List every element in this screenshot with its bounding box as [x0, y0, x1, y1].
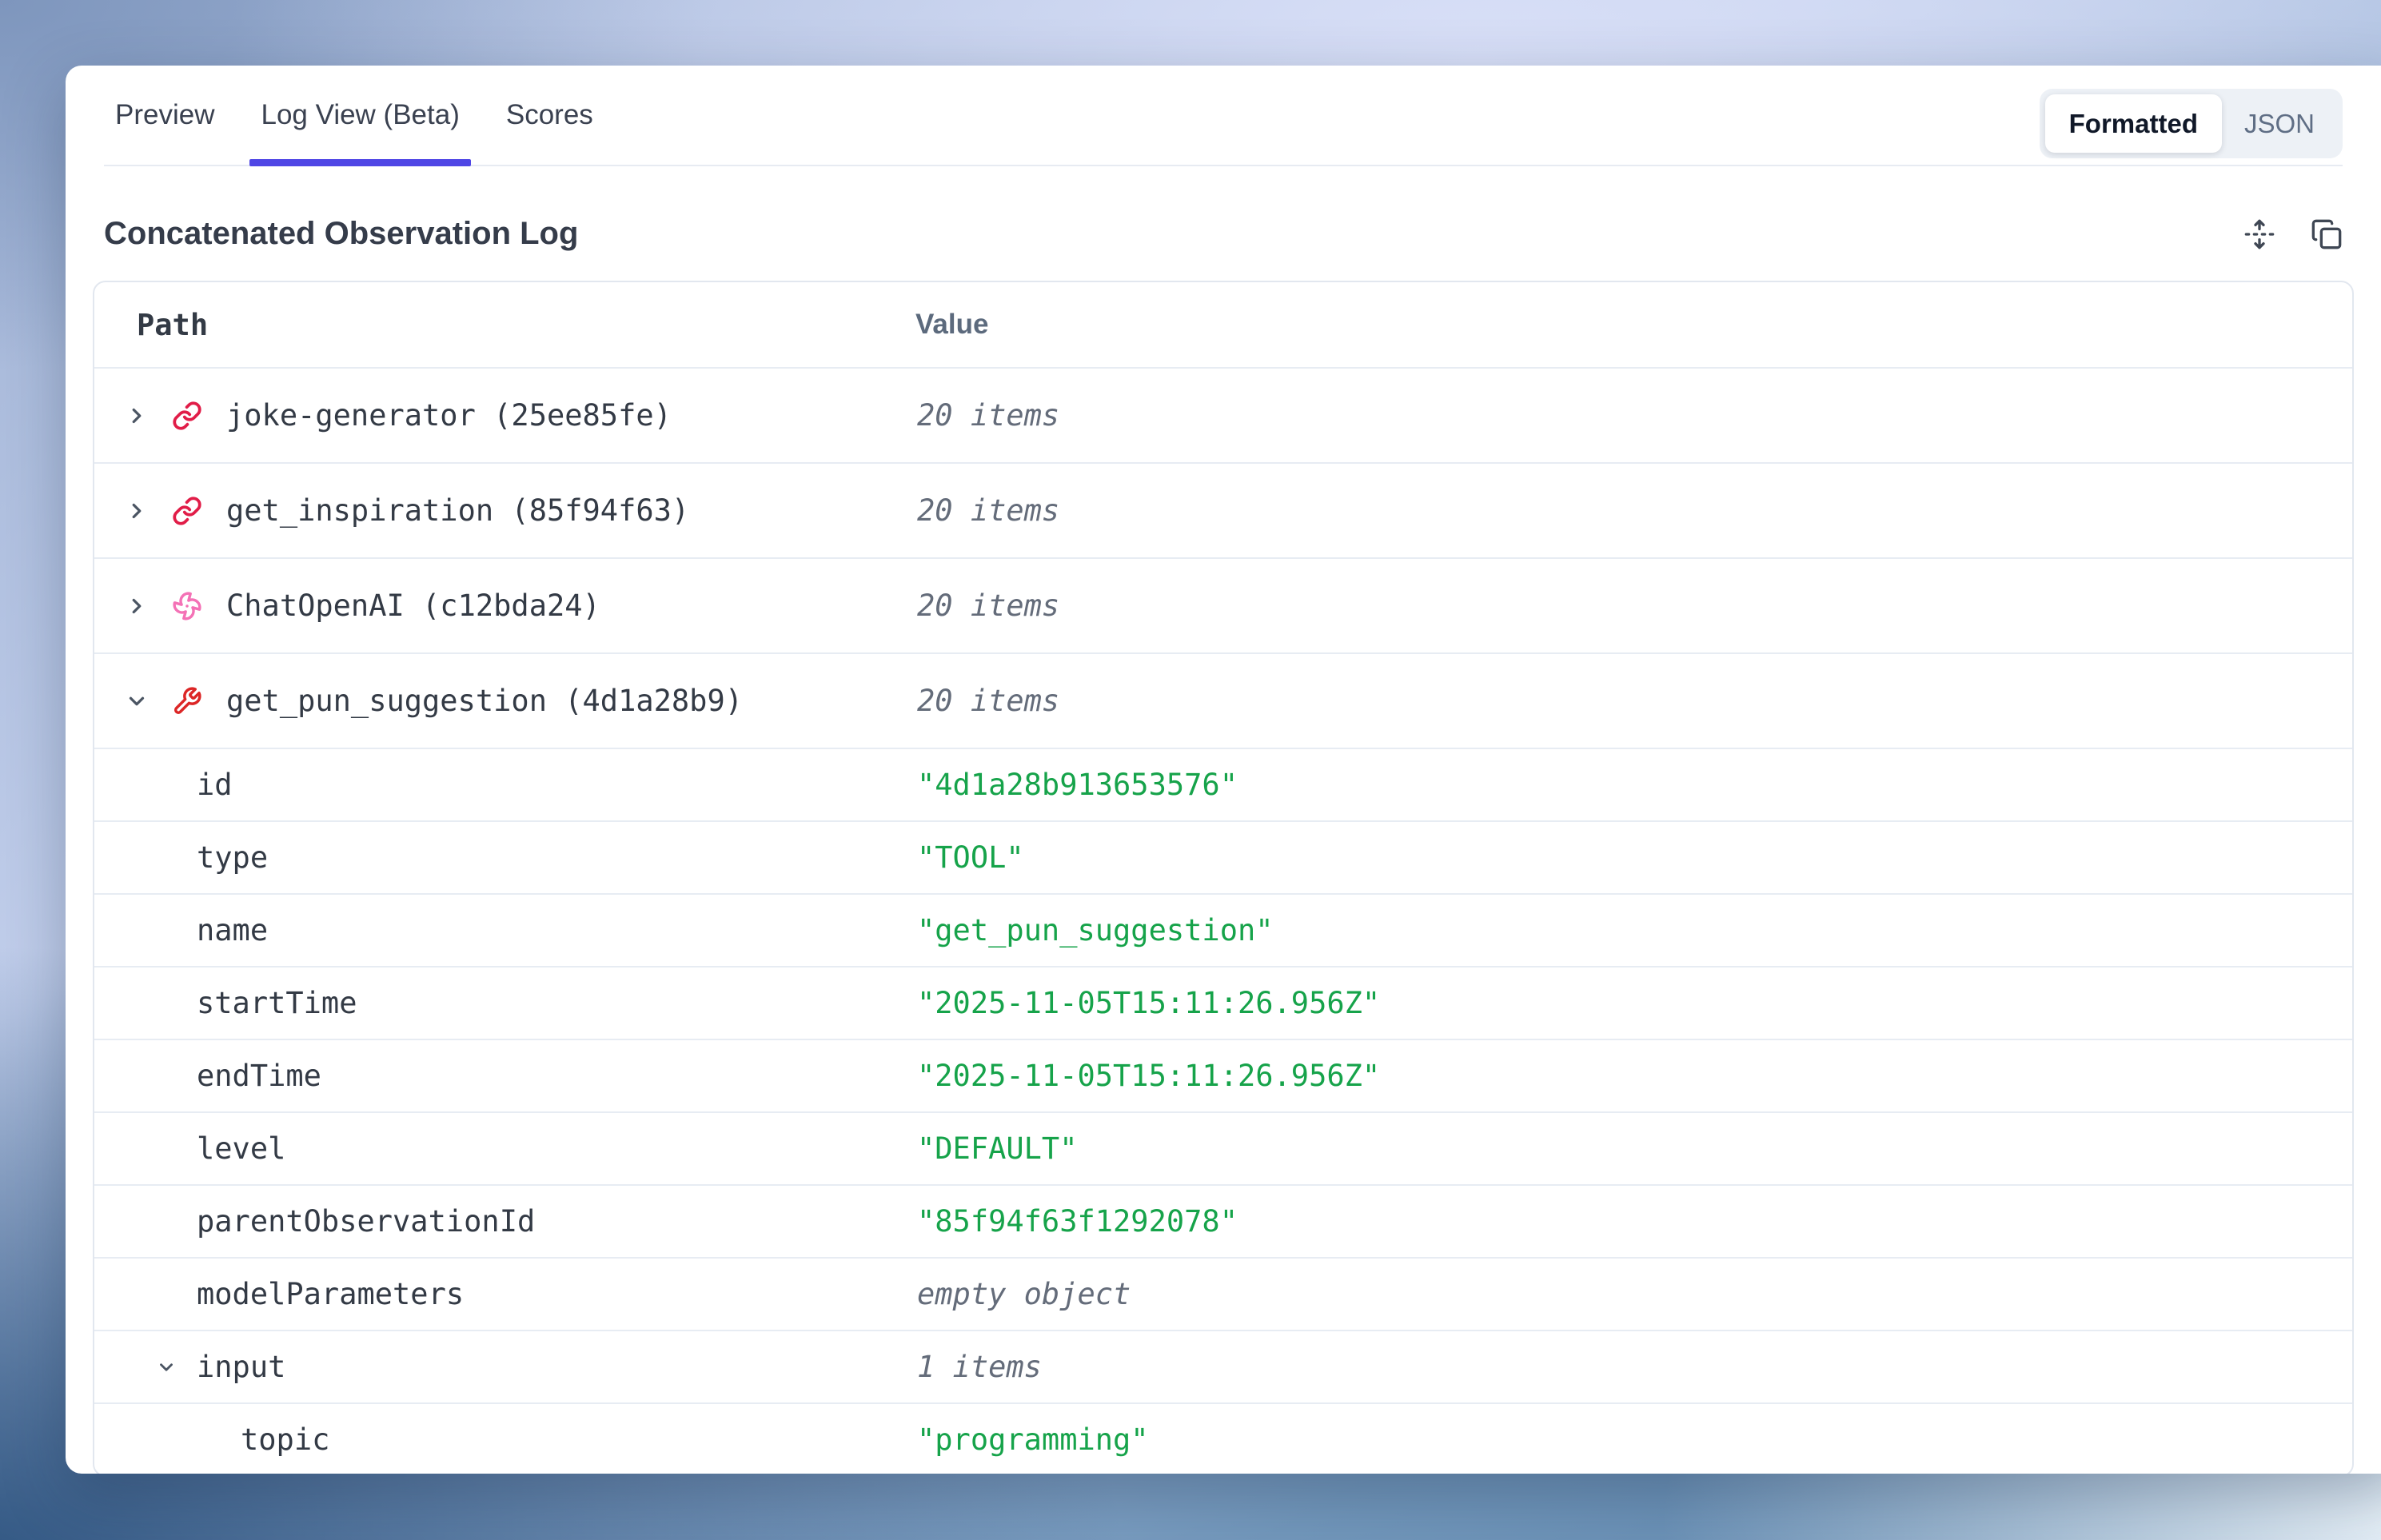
row-chevron[interactable]	[121, 689, 153, 713]
unfold-vertical-icon	[2243, 218, 2275, 250]
column-header-value: Value	[915, 309, 2352, 341]
table-row: startTime "2025-11-05T15:11:26.956Z"	[94, 966, 2352, 1039]
table-row: level "DEFAULT"	[94, 1111, 2352, 1184]
table-row[interactable]: get_pun_suggestion (4d1a28b9) 20 items	[94, 652, 2352, 748]
value-text: "4d1a28b913653576"	[917, 768, 1238, 802]
row-chevron[interactable]	[121, 499, 153, 523]
log-table-body: joke-generator (25ee85fe) 20 items get_i…	[94, 367, 2352, 1474]
tab-scores[interactable]: Scores	[495, 66, 604, 165]
value-text: "2025-11-05T15:11:26.956Z"	[917, 1059, 1380, 1093]
path-label: get_inspiration (85f94f63)	[226, 493, 689, 528]
link-icon	[172, 401, 202, 431]
value-text: 20 items	[917, 493, 1059, 528]
path-label: startTime	[197, 986, 357, 1020]
fan-icon	[172, 591, 202, 621]
table-row: name "get_pun_suggestion"	[94, 893, 2352, 966]
copy-button[interactable]	[2311, 218, 2343, 250]
expand-rows-button[interactable]	[2243, 218, 2275, 250]
value-text: "TOOL"	[917, 840, 1024, 875]
chevron-right-icon	[125, 404, 149, 428]
table-row[interactable]: input 1 items	[94, 1330, 2352, 1402]
section-title: Concatenated Observation Log	[104, 216, 578, 252]
value-text: "DEFAULT"	[917, 1131, 1077, 1166]
column-header-path: Path	[94, 308, 915, 342]
table-row[interactable]: get_inspiration (85f94f63) 20 items	[94, 462, 2352, 557]
chevron-down-icon	[156, 1357, 177, 1378]
trace-detail-card: Preview Log View (Beta) Scores Formatted…	[66, 66, 2381, 1474]
chevron-right-icon	[125, 594, 149, 618]
toggle-option-formatted[interactable]: Formatted	[2045, 94, 2222, 153]
path-label: ChatOpenAI (c12bda24)	[226, 588, 600, 623]
table-row: modelParameters empty object	[94, 1257, 2352, 1330]
chevron-down-icon	[125, 689, 149, 713]
value-text: 20 items	[917, 398, 1059, 433]
table-row[interactable]: ChatOpenAI (c12bda24) 20 items	[94, 557, 2352, 652]
toggle-option-json[interactable]: JSON	[2222, 94, 2337, 153]
section-actions	[2243, 218, 2343, 250]
value-text: "programming"	[917, 1422, 1149, 1457]
path-label: modelParameters	[197, 1277, 464, 1311]
tab-log-view[interactable]: Log View (Beta)	[249, 66, 470, 165]
table-row: type "TOOL"	[94, 820, 2352, 893]
desktop-background: Preview Log View (Beta) Scores Formatted…	[0, 0, 2381, 1540]
copy-icon	[2311, 218, 2343, 250]
value-text: "get_pun_suggestion"	[917, 913, 1274, 948]
format-toggle: Formatted JSON	[2040, 89, 2343, 158]
path-label: id	[197, 768, 233, 802]
path-label: level	[197, 1131, 285, 1166]
path-label: endTime	[197, 1059, 321, 1093]
row-chevron[interactable]	[155, 1357, 177, 1378]
path-label: topic	[241, 1422, 329, 1457]
wrench-icon	[172, 686, 202, 716]
log-table: Path Value joke-generator (25ee85fe) 20 …	[93, 281, 2354, 1474]
row-chevron[interactable]	[121, 404, 153, 428]
path-label: type	[197, 840, 268, 875]
table-row: topic "programming"	[94, 1402, 2352, 1474]
value-text: 1 items	[917, 1350, 1042, 1384]
path-label: name	[197, 913, 268, 948]
table-row: id "4d1a28b913653576"	[94, 748, 2352, 820]
tab-bar: Preview Log View (Beta) Scores Formatted…	[104, 66, 2343, 166]
path-label: joke-generator (25ee85fe)	[226, 398, 672, 433]
section-header: Concatenated Observation Log	[104, 216, 2343, 252]
chevron-right-icon	[125, 499, 149, 523]
table-row[interactable]: joke-generator (25ee85fe) 20 items	[94, 367, 2352, 462]
table-row: parentObservationId "85f94f63f1292078"	[94, 1184, 2352, 1257]
path-label: input	[197, 1350, 285, 1384]
value-text: 20 items	[917, 588, 1059, 623]
table-row: endTime "2025-11-05T15:11:26.956Z"	[94, 1039, 2352, 1111]
tab-preview[interactable]: Preview	[104, 66, 225, 165]
value-text: "2025-11-05T15:11:26.956Z"	[917, 986, 1380, 1020]
log-table-header: Path Value	[94, 282, 2352, 367]
value-text: "85f94f63f1292078"	[917, 1204, 1238, 1239]
value-text: empty object	[917, 1277, 1131, 1311]
link-icon	[172, 496, 202, 526]
path-label: parentObservationId	[197, 1204, 535, 1239]
row-chevron[interactable]	[121, 594, 153, 618]
value-text: 20 items	[917, 684, 1059, 718]
path-label: get_pun_suggestion (4d1a28b9)	[226, 684, 743, 718]
